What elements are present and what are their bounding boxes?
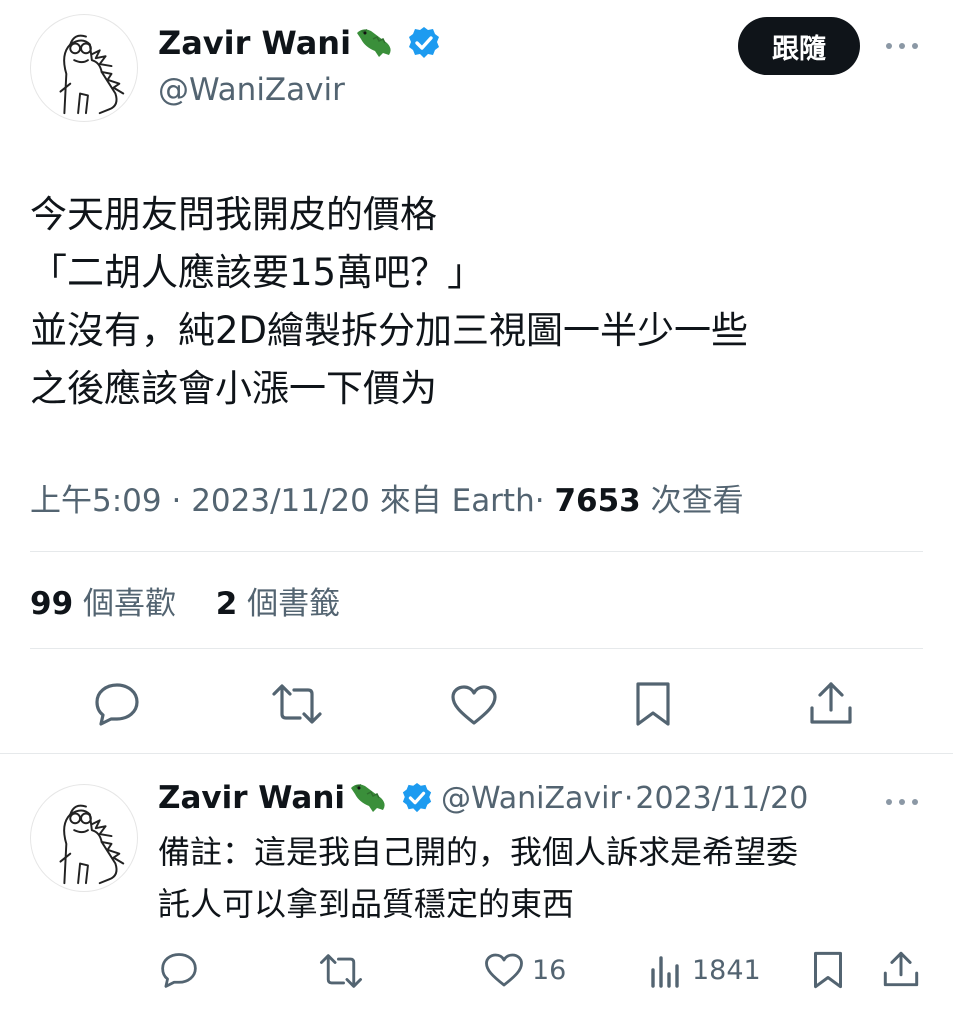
reply-author-name[interactable]: Zavir Wani <box>158 780 345 816</box>
verified-badge-icon <box>401 782 433 814</box>
author-handle[interactable]: @WaniZavir <box>158 72 345 108</box>
tweet-meta: 上午5:09 · 2023/11/20 來自 Earth· 7653 次查看 <box>30 475 744 520</box>
divider <box>0 753 953 754</box>
tweet-source: 來自 Earth <box>379 483 535 519</box>
author-name[interactable]: Zavir Wani <box>158 24 351 62</box>
bookmarks-label: 個書籤 <box>247 586 341 622</box>
author-name-row: Zavir Wani <box>158 24 441 62</box>
likes-count: 99 <box>30 586 74 622</box>
likes-stat[interactable]: 99 個喜歡 <box>30 586 186 622</box>
reply-date[interactable]: 2023/11/20 <box>635 781 808 816</box>
reply-reply-action[interactable] <box>160 952 198 988</box>
likes-label: 個喜歡 <box>83 586 176 622</box>
views-icon <box>651 956 679 988</box>
reply-more-options-icon[interactable] <box>884 792 920 812</box>
bookmarks-count: 2 <box>215 586 238 622</box>
reply-retweet-action[interactable] <box>318 954 364 988</box>
bookmarks-stat[interactable]: 2 個書籤 <box>216 586 340 622</box>
tweet-time[interactable]: 上午5:09 <box>30 483 162 519</box>
tweet-text-line: 今天朋友問我開皮的價格 <box>30 193 437 236</box>
tweet-text-line: 之後應該會小漲一下價为 <box>30 367 437 410</box>
crocodile-emoji-icon <box>353 25 395 61</box>
share-icon <box>883 951 919 987</box>
avatar-doodle-icon <box>59 34 125 115</box>
retweet-icon[interactable] <box>270 684 324 724</box>
bookmark-icon[interactable] <box>634 680 672 728</box>
reply-author-row: Zavir Wani @WaniZavir · 2023/11/20 <box>158 780 808 816</box>
tweet-date[interactable]: 2023/11/20 <box>191 483 370 519</box>
divider <box>30 551 923 552</box>
follow-button[interactable]: 跟隨 <box>738 17 860 75</box>
meta-separator: · <box>623 780 634 816</box>
bookmark-icon <box>814 951 842 989</box>
like-icon <box>485 953 523 987</box>
tweet-stats: 99 個喜歡 2 個書籤 <box>30 578 340 623</box>
reply-views-action[interactable]: 1841 <box>648 952 761 988</box>
divider <box>30 648 923 649</box>
more-options-icon[interactable] <box>884 36 920 56</box>
reply-like-count: 16 <box>532 954 567 986</box>
reply-bookmark-action[interactable] <box>812 950 844 990</box>
reply-share-action[interactable] <box>882 950 920 988</box>
reply-view-count: 1841 <box>692 954 761 986</box>
tweet-text: 今天朋友問我開皮的價格 「二胡人應該要15萬吧？」 並沒有，純2D繪製拆分加三視… <box>30 186 930 418</box>
verified-badge-icon <box>407 26 441 60</box>
view-count-label: 次查看 <box>650 483 744 519</box>
tweet-text-line: 並沒有，純2D繪製拆分加三視圖一半少一些 <box>30 309 749 352</box>
reply-text-line: 託人可以拿到品質穩定的東西 <box>158 885 575 923</box>
share-icon[interactable] <box>808 680 854 726</box>
view-count: 7653 <box>554 483 641 519</box>
crocodile-emoji-icon <box>347 780 389 816</box>
reply-like-action[interactable]: 16 <box>484 952 566 988</box>
reply-icon[interactable] <box>94 682 140 726</box>
retweet-icon <box>320 954 362 988</box>
reply-text: 備註：這是我自己開的，我個人訴求是希望委 託人可以拿到品質穩定的東西 <box>158 826 918 930</box>
like-icon[interactable] <box>450 684 498 726</box>
reply-author-avatar[interactable] <box>30 784 138 892</box>
meta-separator: · <box>534 483 545 519</box>
tweet-text-line: 「二胡人應該要15萬吧？」 <box>30 251 485 294</box>
avatar-doodle-icon <box>59 804 125 885</box>
reply-text-line: 備註：這是我自己開的，我個人訴求是希望委 <box>158 833 799 871</box>
reply-author-handle[interactable]: @WaniZavir <box>441 781 622 816</box>
reply-icon <box>161 953 197 988</box>
author-avatar[interactable] <box>30 14 138 122</box>
meta-separator: · <box>171 483 182 519</box>
